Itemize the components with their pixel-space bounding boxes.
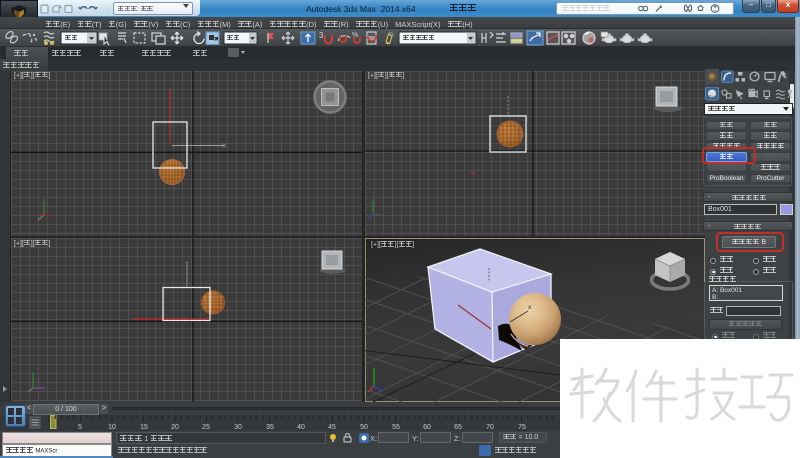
svg-text:15: 15 bbox=[140, 424, 148, 431]
svg-text:75: 75 bbox=[518, 424, 526, 431]
svg-text:10: 10 bbox=[108, 424, 116, 431]
svg-text:25: 25 bbox=[202, 424, 210, 431]
svg-text:70: 70 bbox=[486, 424, 494, 431]
svg-text:3: 3 bbox=[319, 31, 324, 40]
svg-text:5: 5 bbox=[78, 424, 82, 431]
svg-text:20: 20 bbox=[171, 424, 179, 431]
svg-text:65: 65 bbox=[454, 424, 462, 431]
svg-text:55: 55 bbox=[392, 424, 400, 431]
svg-text:30: 30 bbox=[234, 424, 242, 431]
svg-text:45: 45 bbox=[328, 424, 336, 431]
svg-text:60: 60 bbox=[423, 424, 431, 431]
svg-text:35: 35 bbox=[266, 424, 274, 431]
svg-text:40: 40 bbox=[297, 424, 305, 431]
svg-text:50: 50 bbox=[360, 424, 368, 431]
svg-text:%: % bbox=[352, 32, 358, 39]
